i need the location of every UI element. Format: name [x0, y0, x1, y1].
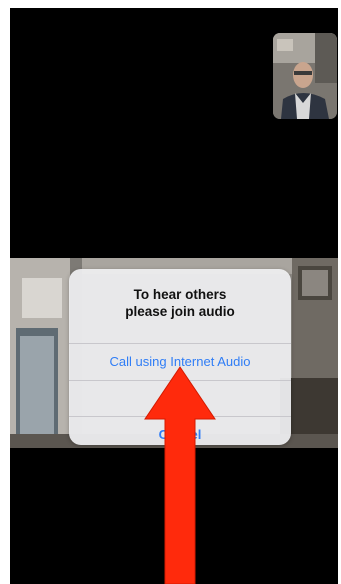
participant-self-image: [273, 33, 337, 119]
self-video-thumbnail[interactable]: [273, 33, 337, 119]
dial-in-button[interactable]: Dial in: [69, 380, 291, 417]
dialog-title-line1: To hear others: [133, 287, 227, 302]
cancel-button[interactable]: Cancel: [69, 416, 291, 445]
video-meeting-screen: To hear others please join audio Call us…: [10, 8, 338, 584]
dialog-title: To hear others please join audio: [79, 286, 281, 320]
join-audio-dialog: To hear others please join audio Call us…: [69, 269, 291, 445]
call-internet-audio-button[interactable]: Call using Internet Audio: [69, 343, 291, 380]
dialog-title-line2: please join audio: [125, 304, 235, 319]
